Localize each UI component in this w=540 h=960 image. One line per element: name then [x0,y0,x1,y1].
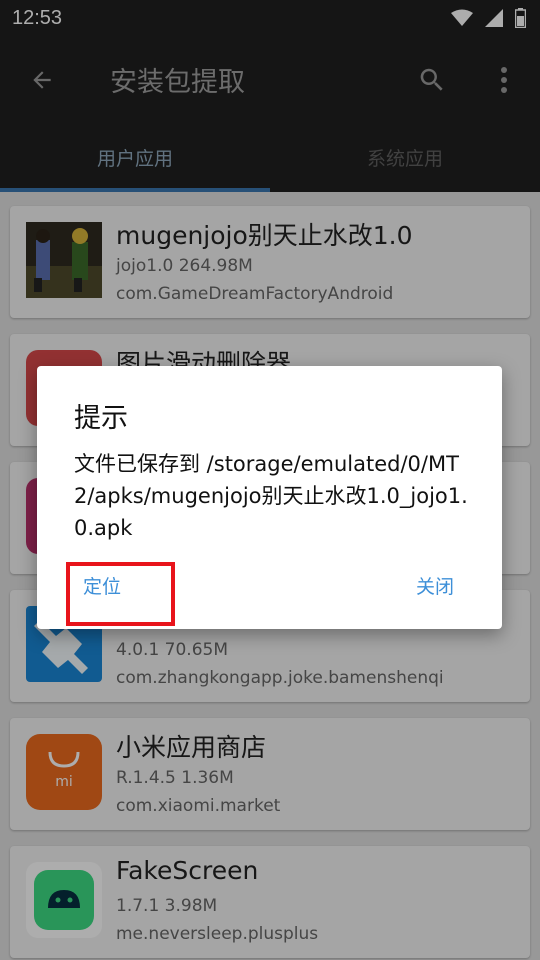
close-button[interactable]: 关闭 [416,572,454,599]
highlight-box [66,562,175,626]
screen: 12:53 安装包提取 用户应用 系统应用 mugenjojo别天止水改1.0 … [0,0,540,960]
dialog-title: 提示 [74,403,128,434]
dialog-message: 文件已保存到 /storage/emulated/0/MT2/apks/muge… [74,452,468,540]
